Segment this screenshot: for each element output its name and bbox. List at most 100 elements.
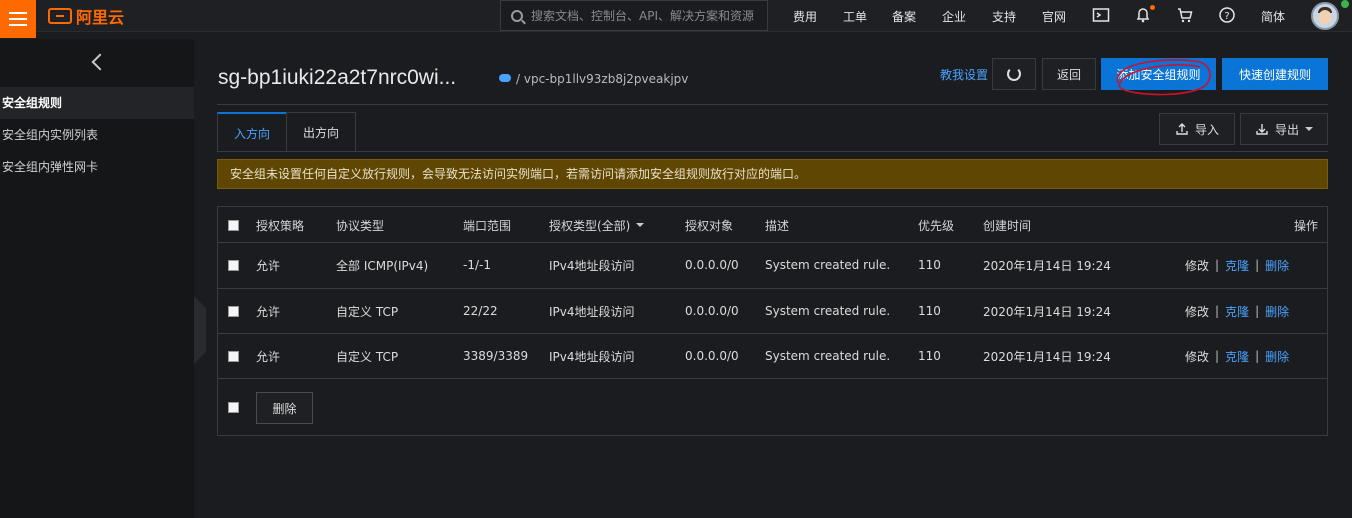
col-description: 描述 — [765, 218, 790, 233]
cell-auth-type: IPv4地址段访问 — [549, 304, 635, 319]
cell-target: 0.0.0.0/0 — [685, 304, 739, 318]
terminal-icon[interactable] — [1092, 6, 1110, 24]
chevron-left-icon[interactable] — [90, 53, 106, 73]
search-icon[interactable] — [511, 9, 523, 22]
cell-target: 0.0.0.0/0 — [685, 349, 739, 363]
cell-ports: 3389/3389 — [463, 349, 529, 363]
table-row: 允许 全部 ICMP(IPv4) -1/-1 IPv4地址段访问 0.0.0.0… — [218, 242, 1327, 287]
sidebar-item-enis[interactable]: 安全组内弹性网卡 — [0, 151, 194, 183]
online-status-dot — [1341, 0, 1349, 8]
edit-link[interactable]: 修改 — [1185, 348, 1209, 365]
col-auth-type-filter[interactable]: 授权类型(全部) — [549, 207, 645, 243]
svg-text:?: ? — [1224, 11, 1229, 22]
table-footer — [218, 378, 1327, 436]
cell-priority: 110 — [918, 304, 941, 318]
sidebar-item-instances[interactable]: 安全组内实例列表 — [0, 119, 194, 151]
cell-description: System created rule. — [765, 349, 891, 363]
table-header: 授权策略 协议类型 端口范围 授权类型(全部) 授权对象 描述 优先级 创建时间… — [218, 207, 1327, 243]
nav-official-site[interactable]: 官网 — [1042, 8, 1066, 25]
cell-auth-type: IPv4地址段访问 — [549, 258, 635, 273]
bulk-select-checkbox[interactable] — [228, 402, 239, 413]
export-label: 导出 — [1274, 122, 1299, 137]
bulk-delete-button[interactable]: 删除 — [256, 392, 313, 424]
tab-outbound[interactable]: 出方向 — [286, 112, 356, 152]
select-all-checkbox[interactable] — [228, 219, 239, 231]
sidebar-item-rules[interactable]: 安全组规则 — [0, 87, 194, 119]
col-target: 授权对象 — [685, 218, 734, 233]
export-button[interactable]: 导出 — [1240, 113, 1328, 145]
download-icon — [1256, 124, 1268, 135]
nav-ticket[interactable]: 工单 — [843, 8, 867, 25]
cloud-icon — [499, 74, 511, 82]
cell-protocol: 全部 ICMP(IPv4) — [336, 258, 429, 273]
row-checkbox[interactable] — [228, 350, 239, 362]
import-label: 导入 — [1194, 122, 1219, 137]
search-box[interactable] — [500, 0, 768, 31]
caret-down-icon — [1305, 127, 1313, 131]
delete-link[interactable]: 删除 — [1265, 257, 1289, 274]
cell-protocol: 自定义 TCP — [336, 304, 399, 319]
row-checkbox[interactable] — [228, 259, 239, 271]
search-input[interactable] — [531, 8, 756, 23]
brand-logo[interactable]: 阿里云 — [48, 5, 124, 27]
main-content: sg-bp1iuki22a2t7nrc0wi... / vpc-bp1llv93… — [194, 39, 1352, 518]
col-actions: 操作 — [1294, 218, 1319, 233]
cell-priority: 110 — [918, 258, 941, 272]
table-row: 允许 自定义 TCP 3389/3389 IPv4地址段访问 0.0.0.0/0… — [218, 333, 1327, 378]
annotation-circle — [1116, 59, 1211, 96]
refresh-button[interactable] — [992, 58, 1036, 90]
refresh-icon — [1007, 67, 1021, 81]
import-button[interactable]: 导入 — [1159, 113, 1235, 145]
delete-link[interactable]: 删除 — [1265, 348, 1289, 365]
menu-icon[interactable] — [0, 0, 36, 38]
rules-table: 授权策略 协议类型 端口范围 授权类型(全部) 授权对象 描述 优先级 创建时间… — [217, 206, 1328, 436]
edit-link[interactable]: 修改 — [1185, 257, 1209, 274]
col-protocol: 协议类型 — [336, 218, 385, 233]
col-auth-type: 授权类型(全部) — [549, 218, 631, 233]
quick-create-button[interactable]: 快速创建规则 — [1222, 58, 1328, 90]
clone-link[interactable]: 克隆 — [1225, 303, 1249, 320]
notification-dot — [1150, 5, 1155, 10]
edit-link[interactable]: 修改 — [1185, 303, 1209, 320]
nav-support[interactable]: 支持 — [992, 8, 1016, 25]
header-divider — [217, 104, 1328, 105]
vpc-link[interactable]: / vpc-bp1llv93zb8j2pveakjpv — [516, 72, 688, 86]
help-setup-link[interactable]: 教我设置 — [940, 66, 988, 83]
aliyun-logo-icon — [48, 8, 72, 24]
row-checkbox[interactable] — [228, 305, 239, 317]
cell-target: 0.0.0.0/0 — [685, 258, 739, 272]
cart-icon[interactable] — [1176, 6, 1194, 24]
cell-created: 2020年1月14日 19:24 — [983, 258, 1111, 273]
cell-description: System created rule. — [765, 304, 891, 318]
top-bar: 阿里云 费用 工单 备案 企业 支持 官网 ? 简体 — [0, 0, 1352, 38]
avatar[interactable] — [1311, 2, 1339, 30]
clone-link[interactable]: 克隆 — [1225, 257, 1249, 274]
cell-priority: 110 — [918, 349, 941, 363]
cell-policy: 允许 — [256, 349, 281, 364]
upload-icon — [1176, 123, 1188, 135]
cell-auth-type: IPv4地址段访问 — [549, 349, 635, 364]
language-switch[interactable]: 简体 — [1261, 8, 1285, 25]
back-button[interactable]: 返回 — [1042, 58, 1096, 90]
nav-enterprise[interactable]: 企业 — [942, 8, 966, 25]
clone-link[interactable]: 克隆 — [1225, 348, 1249, 365]
nav-icp[interactable]: 备案 — [892, 8, 916, 25]
col-policy: 授权策略 — [256, 218, 305, 233]
bell-icon[interactable] — [1134, 6, 1152, 24]
tab-inbound[interactable]: 入方向 — [217, 112, 287, 152]
cell-ports: -1/-1 — [463, 258, 491, 272]
tabs-divider — [217, 151, 1328, 152]
cell-ports: 22/22 — [463, 304, 498, 318]
page-title: sg-bp1iuki22a2t7nrc0wi... — [218, 66, 457, 89]
nav-billing[interactable]: 费用 — [793, 8, 817, 25]
col-ports: 端口范围 — [463, 218, 512, 233]
cell-policy: 允许 — [256, 258, 281, 273]
warning-notice: 安全组未设置任何自定义放行规则，会导致无法访问实例端口，若需访问请添加安全组规则… — [217, 159, 1328, 189]
col-priority: 优先级 — [918, 218, 955, 233]
delete-link[interactable]: 删除 — [1265, 303, 1289, 320]
cell-protocol: 自定义 TCP — [336, 349, 399, 364]
table-row: 允许 自定义 TCP 22/22 IPv4地址段访问 0.0.0.0/0 Sys… — [218, 288, 1327, 333]
col-created: 创建时间 — [983, 218, 1032, 233]
help-icon[interactable]: ? — [1218, 6, 1236, 24]
brand-name: 阿里云 — [76, 8, 125, 27]
